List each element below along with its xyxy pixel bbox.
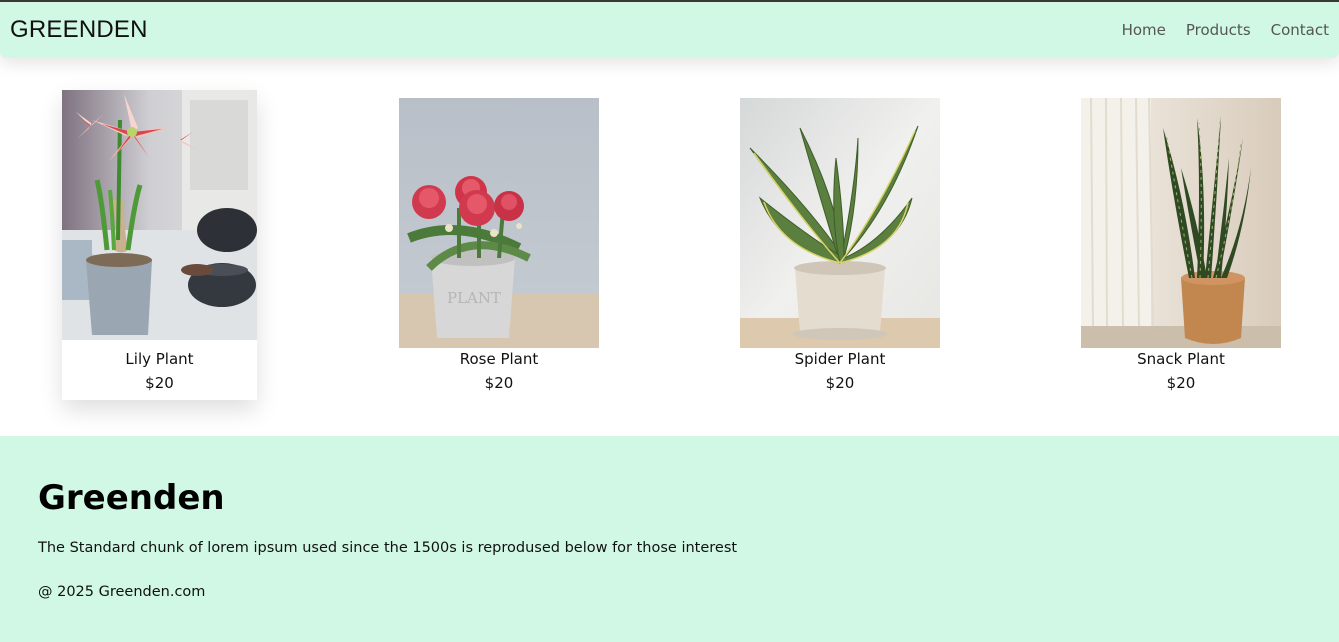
lily-plant-image[interactable] <box>62 90 257 340</box>
navbar: GREENDEN Home Products Contact <box>0 2 1339 58</box>
product-name[interactable]: Snack Plant <box>1081 350 1281 368</box>
nav-link-home[interactable]: Home <box>1122 21 1166 39</box>
product-card-spider[interactable]: Spider Plant $20 <box>740 98 940 398</box>
snack-plant-image[interactable] <box>1081 98 1281 348</box>
product-name[interactable]: Spider Plant <box>740 350 940 368</box>
nav-links: Home Products Contact <box>1122 21 1329 39</box>
product-card-snack[interactable]: Snack Plant $20 <box>1081 98 1281 398</box>
product-price: $20 <box>1166 374 1196 392</box>
footer-description: The Standard chunk of lorem ipsum used s… <box>38 540 738 556</box>
footer-copyright: @ 2025 Greenden.com <box>38 584 206 600</box>
svg-text:PLANT: PLANT <box>447 289 501 307</box>
product-card-rose[interactable]: PLANT Rose Plant $20 <box>399 98 599 398</box>
nav-link-products[interactable]: Products <box>1186 21 1251 39</box>
product-price: $20 <box>484 374 514 392</box>
rose-plant-image[interactable]: PLANT <box>399 98 599 348</box>
product-card-lily[interactable]: Lily Plant $20 <box>62 90 257 400</box>
product-price: $20 <box>825 374 855 392</box>
product-name[interactable]: Rose Plant <box>399 350 599 368</box>
product-price: $20 <box>145 374 174 392</box>
product-name[interactable]: Lily Plant <box>62 350 257 368</box>
footer: Greenden The Standard chunk of lorem ips… <box>0 436 1339 642</box>
brand-logo[interactable]: GREENDEN <box>10 16 148 44</box>
product-grid: Lily Plant $20 PLANT Rose Plant $20 Spid… <box>0 58 1339 436</box>
nav-link-contact[interactable]: Contact <box>1271 21 1329 39</box>
spider-plant-image[interactable] <box>740 98 940 348</box>
footer-title: Greenden <box>38 478 225 518</box>
